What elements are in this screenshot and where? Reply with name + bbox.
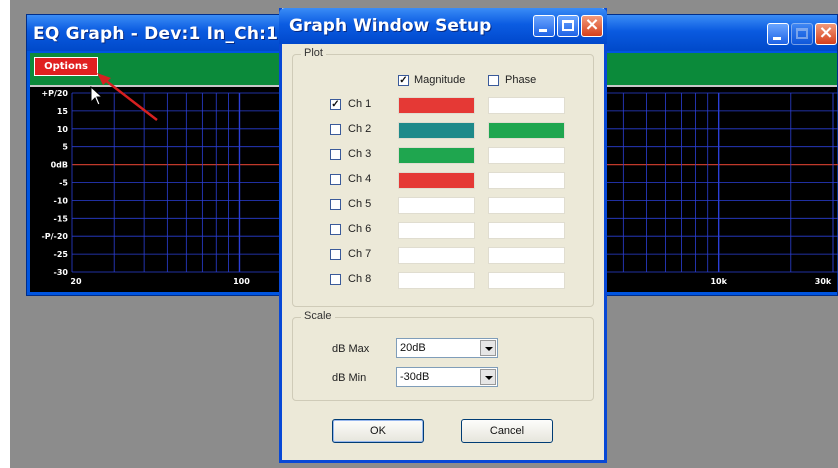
- channel-label: Ch 8: [348, 273, 372, 285]
- scale-groupbox: Scale: [292, 310, 594, 401]
- y-tick-label: -25: [54, 250, 69, 259]
- db-min-label: dB Min: [332, 372, 367, 384]
- ok-button[interactable]: OK: [332, 419, 424, 443]
- channel-checkbox[interactable]: [330, 199, 341, 210]
- phase-label: Phase: [505, 74, 537, 86]
- phase-color-swatch[interactable]: [488, 147, 565, 164]
- y-tick-label: -10: [54, 196, 69, 205]
- channel-checkbox[interactable]: [330, 149, 341, 160]
- y-tick-label: 5: [62, 143, 68, 152]
- x-tick-label: 30k: [815, 277, 832, 286]
- dialog-titlebar[interactable]: Graph Window Setup ×: [279, 8, 607, 44]
- y-tick-label: 15: [57, 107, 69, 116]
- cancel-button[interactable]: Cancel: [461, 419, 553, 443]
- magnitude-color-swatch[interactable]: [398, 147, 475, 164]
- eq-maximize-button: [791, 23, 813, 45]
- channel-label: Ch 7: [348, 248, 372, 260]
- chevron-down-icon[interactable]: [480, 340, 496, 356]
- scale-group-label: Scale: [301, 310, 335, 322]
- channel-checkbox[interactable]: [330, 224, 341, 235]
- y-tick-label: 0dB: [51, 161, 68, 170]
- phase-color-swatch[interactable]: [488, 222, 565, 239]
- magnitude-checkbox[interactable]: ✓: [398, 75, 409, 86]
- phase-color-swatch[interactable]: [488, 172, 565, 189]
- y-tick-label: -30: [54, 268, 69, 277]
- x-tick-label: 10k: [710, 277, 727, 286]
- channel-checkbox[interactable]: ✓: [330, 99, 341, 110]
- eq-close-button[interactable]: ×: [815, 22, 837, 45]
- annotation-arrow: [97, 73, 158, 121]
- y-tick-label: -5: [59, 179, 68, 188]
- maximize-icon: [562, 20, 574, 31]
- close-icon: ×: [818, 22, 834, 43]
- channel-checkbox[interactable]: [330, 124, 341, 135]
- phase-checkbox[interactable]: [488, 75, 499, 86]
- y-tick-label: 10: [57, 125, 69, 134]
- magnitude-label: Magnitude: [414, 74, 466, 86]
- phase-color-swatch[interactable]: [488, 97, 565, 114]
- eq-window-title: EQ Graph - Dev:1 In_Ch:1: [33, 24, 279, 44]
- db-min-value: -30dB: [400, 371, 430, 383]
- graph-window-setup-dialog: Graph Window Setup × Plot ✓ Magnitude Ph…: [279, 8, 607, 463]
- minimize-icon: [539, 29, 547, 32]
- db-max-select[interactable]: 20dB: [396, 338, 498, 358]
- phase-color-swatch[interactable]: [488, 272, 565, 289]
- magnitude-color-swatch[interactable]: [398, 197, 475, 214]
- dialog-maximize-button[interactable]: [557, 15, 579, 37]
- x-tick-label: 100: [233, 277, 250, 286]
- channel-checkbox[interactable]: [330, 249, 341, 260]
- y-tick-label: +P/20: [41, 89, 68, 98]
- channel-checkbox[interactable]: [330, 274, 341, 285]
- channel-label: Ch 5: [348, 198, 372, 210]
- channel-label: Ch 1: [348, 98, 372, 110]
- x-tick-label: 20: [70, 277, 82, 286]
- dialog-minimize-button[interactable]: [533, 15, 555, 37]
- maximize-icon: [796, 28, 808, 39]
- magnitude-color-swatch[interactable]: [398, 222, 475, 239]
- y-tick-label: -P/-20: [41, 232, 68, 241]
- channel-label: Ch 6: [348, 223, 372, 235]
- magnitude-color-swatch[interactable]: [398, 247, 475, 264]
- channel-label: Ch 4: [348, 173, 372, 185]
- magnitude-color-swatch[interactable]: [398, 122, 475, 139]
- phase-color-swatch[interactable]: [488, 197, 565, 214]
- channel-label: Ch 3: [348, 148, 372, 160]
- mouse-cursor-icon: [90, 86, 104, 106]
- y-tick-label: -15: [54, 214, 69, 223]
- db-min-select[interactable]: -30dB: [396, 367, 498, 387]
- chevron-down-icon[interactable]: [480, 369, 496, 385]
- phase-color-swatch[interactable]: [488, 247, 565, 264]
- minimize-icon: [773, 37, 781, 40]
- dialog-title: Graph Window Setup: [289, 16, 492, 36]
- phase-color-swatch[interactable]: [488, 122, 565, 139]
- close-icon: ×: [584, 14, 600, 35]
- eq-minimize-button[interactable]: [767, 23, 789, 45]
- channel-checkbox[interactable]: [330, 174, 341, 185]
- db-max-value: 20dB: [400, 342, 426, 354]
- magnitude-color-swatch[interactable]: [398, 97, 475, 114]
- db-max-label: dB Max: [332, 343, 370, 355]
- magnitude-color-swatch[interactable]: [398, 172, 475, 189]
- options-button[interactable]: Options: [34, 57, 98, 76]
- plot-group-label: Plot: [301, 47, 326, 59]
- channel-label: Ch 2: [348, 123, 372, 135]
- dialog-close-button[interactable]: ×: [581, 14, 603, 37]
- magnitude-color-swatch[interactable]: [398, 272, 475, 289]
